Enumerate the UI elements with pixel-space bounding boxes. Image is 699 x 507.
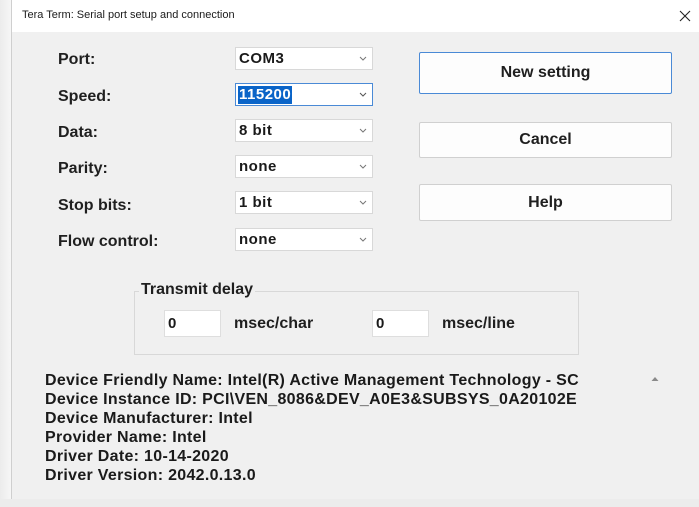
background-bottom	[0, 499, 699, 507]
line-delay-unit: msec/line	[442, 315, 515, 332]
data-select[interactable]: 8 bit	[235, 119, 373, 142]
provider-name: Provider Name: Intel	[45, 429, 207, 446]
close-button[interactable]	[670, 0, 699, 32]
line-delay-value: 0	[376, 315, 385, 332]
chevron-down-icon	[359, 237, 367, 242]
serial-port-setup-dialog: Tera Term: Serial port setup and connect…	[11, 0, 699, 499]
port-select[interactable]: COM3	[235, 47, 373, 70]
parity-value: none	[239, 158, 277, 175]
port-value: COM3	[239, 50, 285, 67]
speed-label: Speed:	[58, 88, 112, 105]
chevron-down-icon	[359, 200, 367, 205]
speed-select[interactable]: 115200	[235, 83, 373, 106]
device-manufacturer: Device Manufacturer: Intel	[45, 410, 253, 427]
stop-bits-label: Stop bits:	[58, 197, 132, 214]
line-delay-input[interactable]: 0	[372, 310, 429, 337]
chevron-down-icon	[359, 92, 367, 97]
scroll-up-arrow-icon[interactable]	[650, 374, 660, 384]
flow-control-select[interactable]: none	[235, 228, 373, 251]
speed-value: 115200	[238, 86, 293, 104]
port-label: Port:	[58, 51, 96, 68]
close-icon	[679, 10, 691, 22]
device-instance-id: Device Instance ID: PCI\VEN_8086&DEV_A0E…	[45, 391, 578, 408]
char-delay-input[interactable]: 0	[164, 310, 221, 337]
stop-bits-value: 1 bit	[239, 194, 273, 211]
cancel-button[interactable]: Cancel	[419, 122, 672, 158]
parity-select[interactable]: none	[235, 155, 373, 178]
data-label: Data:	[58, 124, 99, 141]
char-delay-value: 0	[168, 315, 177, 332]
flow-control-value: none	[239, 231, 277, 248]
data-value: 8 bit	[239, 122, 273, 139]
flow-control-label: Flow control:	[58, 233, 159, 250]
chevron-down-icon	[359, 128, 367, 133]
driver-date: Driver Date: 10-14-2020	[45, 448, 229, 465]
chevron-down-icon	[359, 164, 367, 169]
new-setting-button[interactable]: New setting	[419, 52, 672, 94]
stop-bits-select[interactable]: 1 bit	[235, 191, 373, 214]
char-delay-unit: msec/char	[234, 315, 314, 332]
device-friendly-name: Device Friendly Name: Intel(R) Active Ma…	[45, 372, 579, 389]
background-left	[0, 0, 11, 507]
window-title: Tera Term: Serial port setup and connect…	[22, 9, 235, 21]
help-button[interactable]: Help	[419, 184, 672, 221]
chevron-down-icon	[359, 56, 367, 61]
device-info-box[interactable]: Device Friendly Name: Intel(R) Active Ma…	[41, 369, 663, 499]
transmit-delay-label: Transmit delay	[139, 281, 256, 299]
parity-label: Parity:	[58, 160, 108, 177]
driver-version: Driver Version: 2042.0.13.0	[45, 467, 256, 484]
title-bar: Tera Term: Serial port setup and connect…	[12, 0, 699, 32]
